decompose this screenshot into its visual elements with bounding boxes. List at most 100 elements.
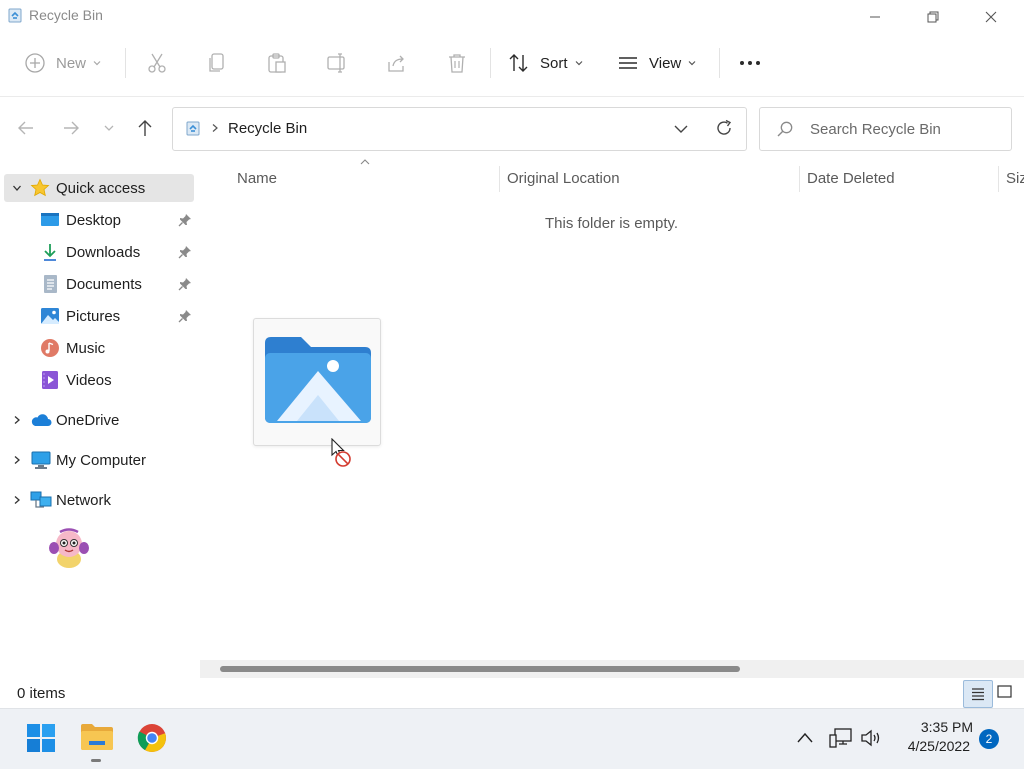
plus-circle-icon (25, 53, 45, 73)
folder-icon (81, 724, 113, 750)
nav-label: Downloads (66, 243, 141, 261)
details-view-button[interactable] (963, 680, 993, 708)
clipboard-icon (268, 53, 286, 73)
clock[interactable]: 3:35 PM 4/25/2022 (890, 718, 980, 756)
details-view-icon (972, 688, 984, 701)
address-bar[interactable]: Recycle Bin (172, 107, 747, 151)
start-button[interactable] (26, 723, 56, 753)
chevron-right-icon (210, 123, 220, 133)
column-header-date-deleted[interactable]: Date Deleted (807, 170, 895, 187)
minimize-button[interactable] (852, 0, 898, 34)
column-header-name[interactable]: Name (237, 170, 277, 187)
sort-label: Sort (540, 54, 568, 72)
sort-icon (509, 54, 528, 72)
close-button[interactable] (968, 0, 1014, 34)
pin-icon (178, 246, 191, 259)
empty-folder-message: This folder is empty. (545, 215, 679, 232)
music-icon (41, 339, 59, 357)
up-button[interactable] (135, 118, 155, 138)
rename-icon (327, 53, 345, 73)
nav-quick-access[interactable]: Quick access (4, 174, 194, 202)
toolbar-divider (719, 48, 720, 78)
copy-icon (209, 53, 224, 72)
window-title: Recycle Bin (29, 7, 103, 23)
taskbar-file-explorer[interactable] (80, 722, 114, 752)
computer-icon (31, 451, 51, 469)
volume-button[interactable] (860, 729, 882, 747)
cloud-icon (31, 414, 52, 426)
picture-folder-icon (263, 335, 373, 425)
more-options-button[interactable] (736, 48, 764, 78)
column-divider[interactable] (998, 166, 999, 192)
network-icon (30, 491, 52, 508)
search-box[interactable]: Search Recycle Bin (759, 107, 1012, 151)
nav-item-documents[interactable]: Documents (4, 270, 194, 298)
column-header-original-location[interactable]: Original Location (507, 170, 620, 187)
chevron-right-icon (14, 456, 20, 464)
video-icon (42, 371, 58, 389)
restore-button[interactable] (910, 0, 956, 34)
chevron-right-icon (14, 416, 20, 424)
nav-item-pictures[interactable]: Pictures (4, 302, 194, 330)
sort-button[interactable]: Sort (508, 48, 588, 78)
drag-thumbnail (253, 318, 381, 446)
nav-onedrive[interactable]: OneDrive (4, 406, 194, 434)
show-hidden-icons-button[interactable] (796, 730, 814, 746)
nav-label: OneDrive (56, 411, 120, 429)
arrow-right-icon (64, 121, 79, 135)
nav-item-desktop[interactable]: Desktop (4, 206, 194, 234)
download-arrow-icon (44, 244, 56, 261)
breadcrumb-recycle-bin[interactable]: Recycle Bin (228, 120, 307, 137)
nav-item-downloads[interactable]: Downloads (4, 238, 194, 266)
nav-item-videos[interactable]: Videos (4, 366, 194, 394)
large-icons-view-button[interactable] (996, 683, 1014, 701)
pin-icon (178, 310, 191, 323)
column-divider[interactable] (799, 166, 800, 192)
scrollbar-thumb[interactable] (220, 666, 740, 672)
nav-network[interactable]: Network (4, 486, 194, 514)
rename-button[interactable] (323, 48, 351, 78)
forward-button[interactable] (61, 118, 81, 138)
nav-my-computer[interactable]: My Computer (4, 446, 194, 474)
mouse-cursor-no-drop-icon (331, 438, 355, 470)
nav-label: Videos (66, 371, 112, 389)
copy-button[interactable] (203, 48, 231, 78)
view-button[interactable]: View (617, 48, 701, 78)
cut-button[interactable] (143, 48, 171, 78)
toolbar-divider (125, 48, 126, 78)
horizontal-scrollbar[interactable] (200, 660, 1024, 678)
recent-locations-button[interactable] (103, 122, 115, 134)
arrow-left-icon (18, 121, 33, 135)
clock-date: 4/25/2022 (907, 738, 970, 754)
taskbar-chrome[interactable] (137, 723, 167, 753)
desktop-icon (41, 213, 59, 226)
windows-logo-icon (27, 724, 55, 752)
share-button[interactable] (383, 48, 411, 78)
toolbar-divider (490, 48, 491, 78)
back-button[interactable] (16, 118, 36, 138)
speaker-icon (861, 729, 880, 747)
document-icon (44, 275, 57, 293)
chevron-up-icon (797, 732, 813, 743)
nav-item-music[interactable]: Music (4, 334, 194, 362)
recycle-bin-icon (186, 120, 200, 136)
clock-time: 3:35 PM (920, 719, 973, 735)
column-divider[interactable] (499, 166, 500, 192)
refresh-button[interactable] (714, 118, 734, 138)
column-header-size[interactable]: Siz (1006, 170, 1024, 187)
delete-button[interactable] (443, 48, 471, 78)
new-button[interactable]: New (24, 48, 106, 78)
pin-icon (178, 278, 191, 291)
search-placeholder: Search Recycle Bin (810, 121, 941, 138)
network-status-button[interactable] (829, 727, 853, 749)
tile-view-icon (997, 685, 1012, 698)
item-count: 0 items (17, 685, 66, 702)
chevron-down-icon (674, 125, 688, 133)
paste-button[interactable] (263, 48, 291, 78)
scissors-icon (148, 53, 166, 73)
recycle-bin-icon (8, 7, 22, 23)
notification-badge[interactable]: 2 (979, 729, 999, 749)
nav-label: Pictures (66, 307, 121, 325)
nav-label: Network (56, 491, 112, 509)
address-history-button[interactable] (673, 121, 689, 137)
